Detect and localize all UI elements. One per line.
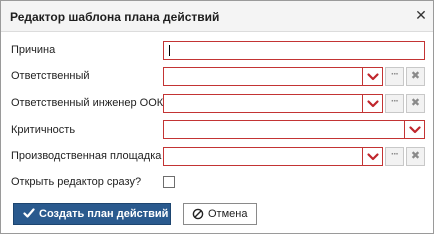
cancel-circle-icon [192, 208, 204, 223]
responsible-label: Ответственный [11, 70, 90, 82]
clear-x-icon[interactable]: ✖ [406, 67, 425, 86]
chevron-down-icon[interactable] [362, 148, 382, 165]
create-action-plan-button[interactable]: Создать план действий [13, 203, 171, 225]
responsible-select[interactable] [163, 67, 383, 86]
action-plan-template-dialog: Редактор шаблона плана действий ✕ Причин… [0, 0, 434, 234]
create-button-label: Создать план действий [39, 208, 169, 220]
chevron-down-icon[interactable] [404, 121, 424, 138]
open-editor-checkbox[interactable] [163, 176, 175, 188]
qc-engineer-select[interactable] [163, 94, 383, 113]
ellipsis-icon[interactable]: ··· [385, 94, 404, 113]
clear-x-icon[interactable]: ✖ [406, 147, 425, 166]
cancel-button[interactable]: Отмена [183, 203, 257, 225]
dialog-titlebar: Редактор шаблона плана действий ✕ [1, 1, 433, 32]
qc-engineer-label: Ответственный инженер ООК [11, 97, 164, 109]
criticality-label: Критичность [11, 124, 76, 136]
ellipsis-icon[interactable]: ··· [385, 147, 404, 166]
close-icon[interactable]: ✕ [411, 5, 431, 25]
open-editor-label: Открыть редактор сразу? [11, 176, 142, 188]
criticality-select[interactable] [163, 120, 425, 139]
cancel-button-label: Отмена [208, 208, 248, 220]
text-caret [169, 45, 170, 56]
production-site-select[interactable] [163, 147, 383, 166]
production-site-label: Производственная площадка [11, 150, 162, 162]
chevron-down-icon[interactable] [362, 95, 382, 112]
clear-x-icon[interactable]: ✖ [406, 94, 425, 113]
chevron-down-icon[interactable] [362, 68, 382, 85]
dialog-title: Редактор шаблона плана действий [10, 10, 220, 24]
ellipsis-icon[interactable]: ··· [385, 67, 404, 86]
reason-label: Причина [11, 44, 56, 56]
reason-input[interactable] [163, 41, 425, 60]
checkmark-icon [23, 207, 35, 222]
